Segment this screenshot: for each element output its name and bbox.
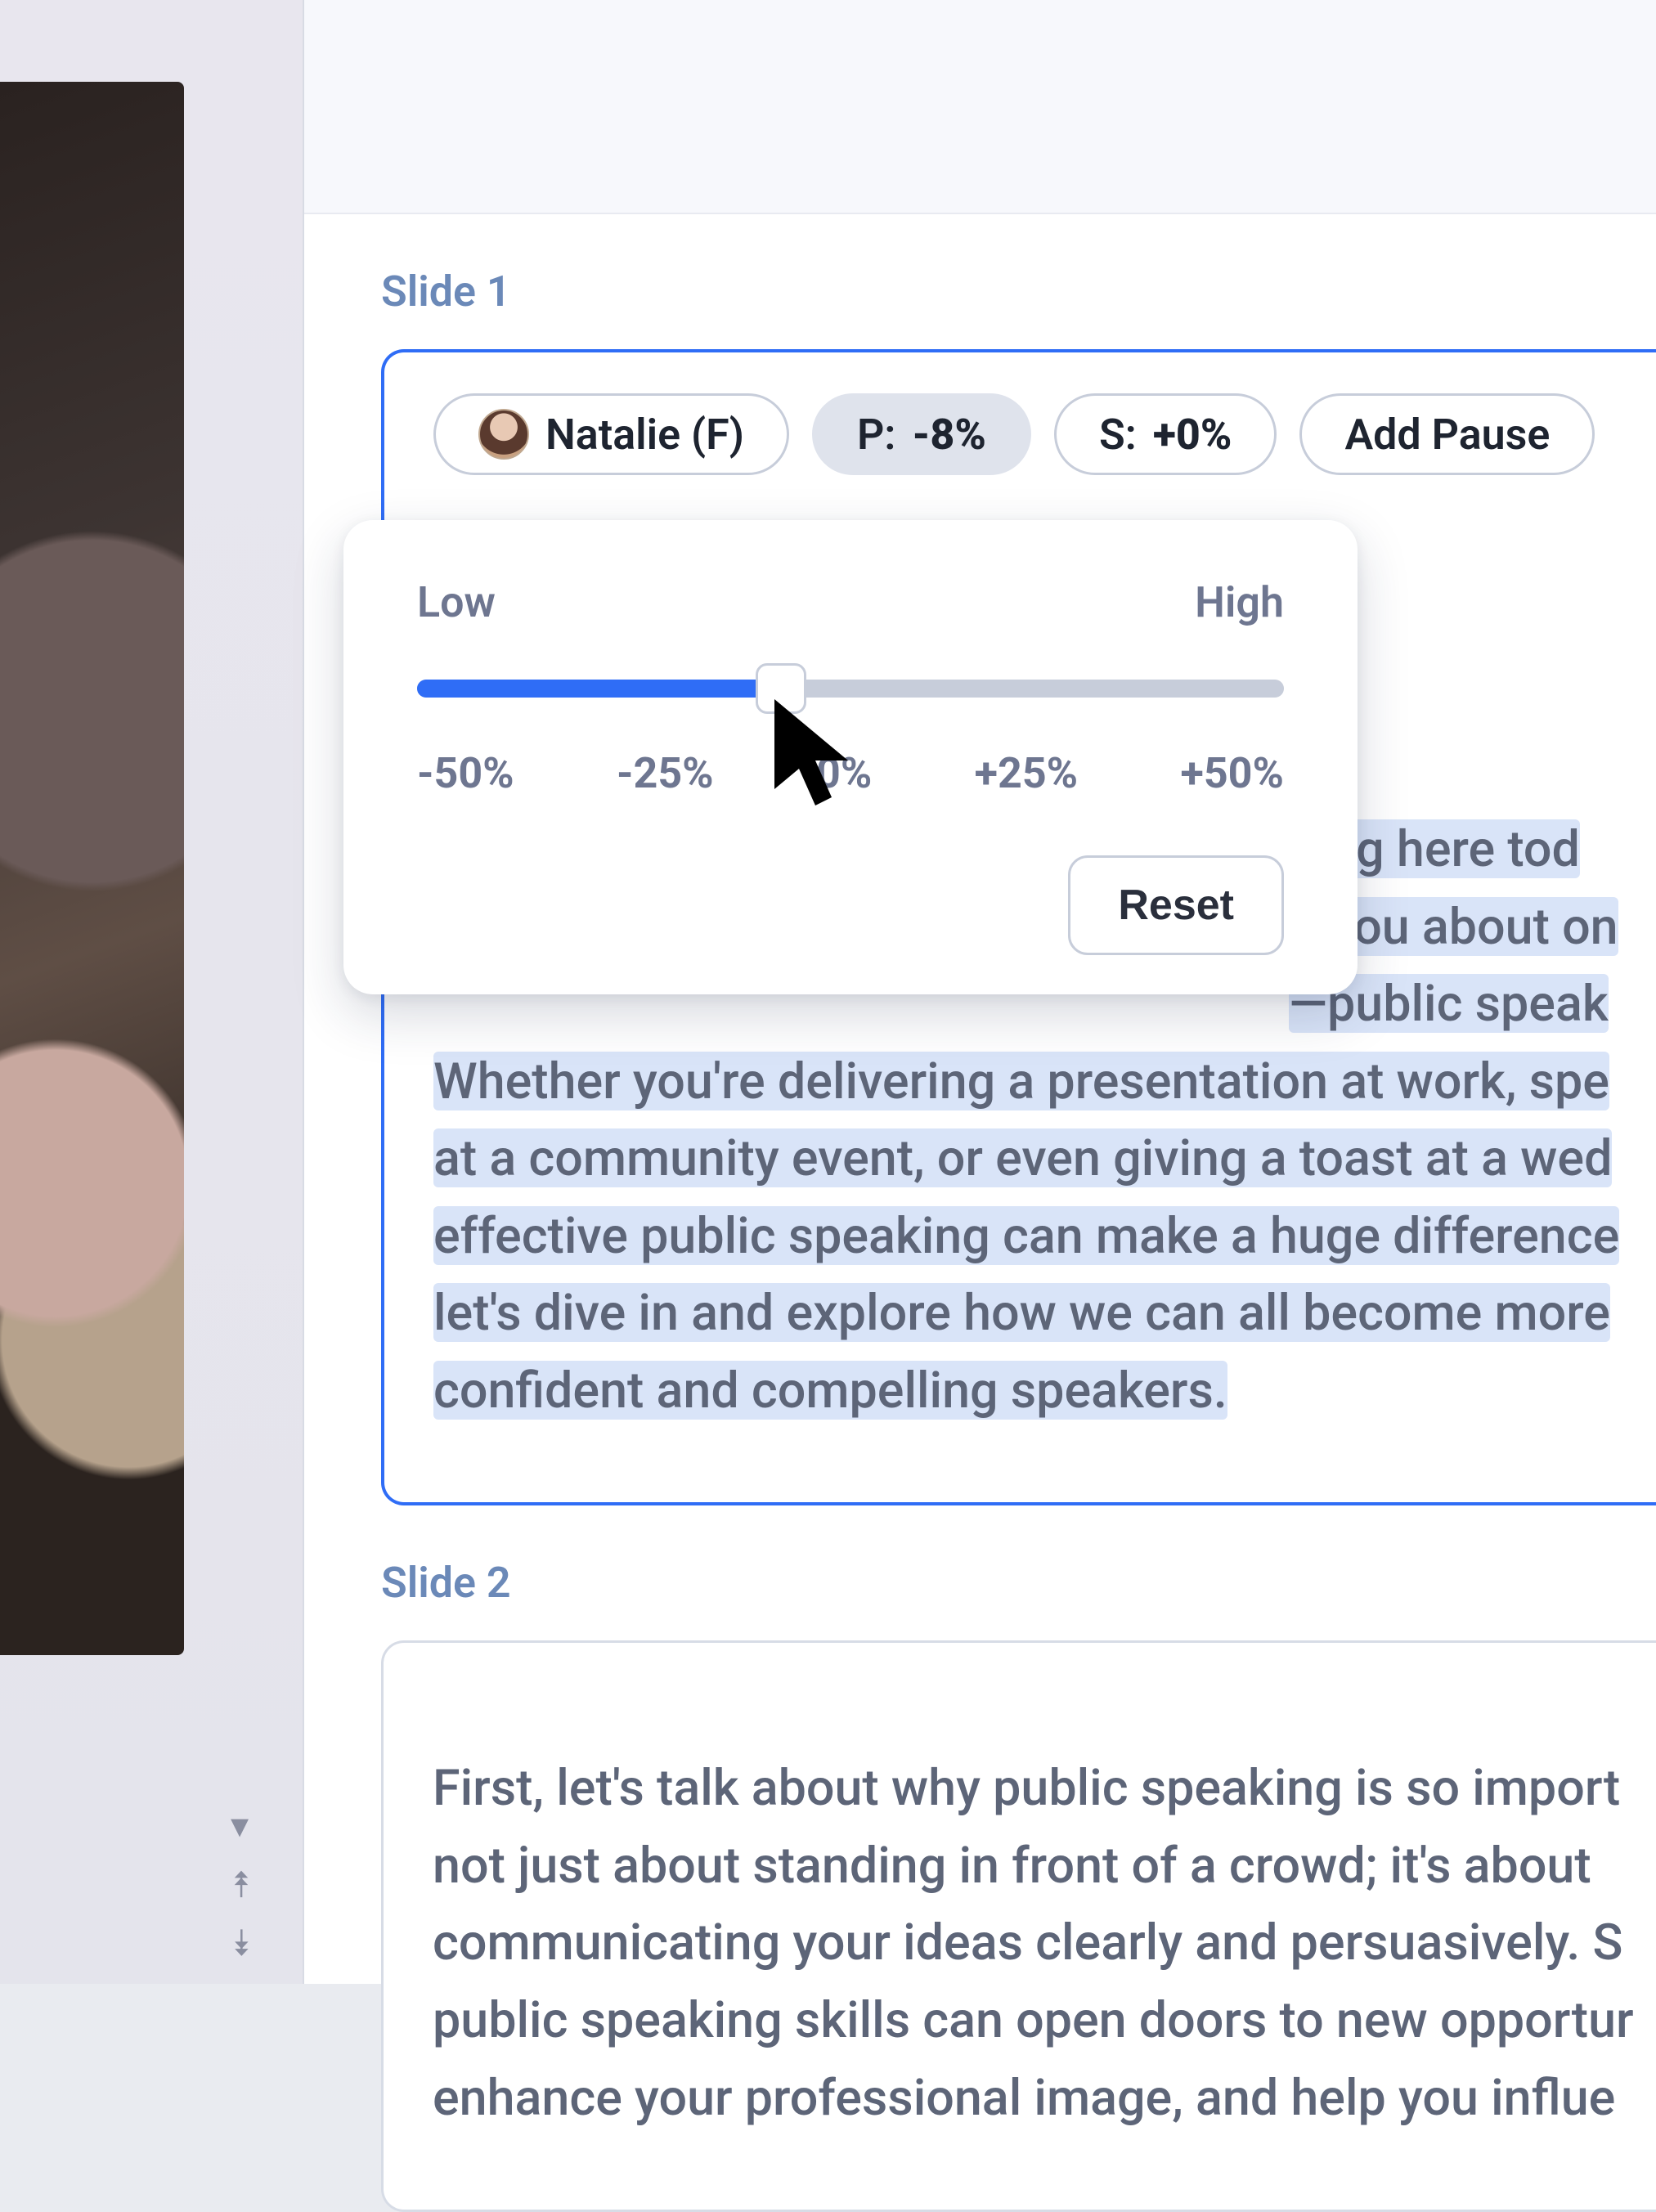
speed-prefix: S: xyxy=(1099,410,1137,460)
arrow-up-double-icon[interactable]: ⯭ xyxy=(231,1866,252,1902)
add-pause-label: Add Pause xyxy=(1344,410,1550,460)
add-pause-chip[interactable]: Add Pause xyxy=(1299,393,1595,475)
slider-low-label: Low xyxy=(417,577,496,627)
top-spacer xyxy=(304,0,1656,214)
speed-chip[interactable]: S: +0% xyxy=(1054,393,1277,475)
pitch-slider-popover: Low High -50% -25% 0% +25% +50% Reset xyxy=(343,520,1358,994)
slider-high-label: High xyxy=(1195,577,1284,627)
pitch-prefix: P: xyxy=(857,410,896,460)
slider-handle[interactable] xyxy=(756,663,806,714)
tick: -25% xyxy=(617,748,714,798)
sidebar-nav-arrows: ▾ ⯭ ⯯ xyxy=(231,1807,252,1961)
tick: 0% xyxy=(816,748,872,798)
text-frag: enhance your professional image, and hel… xyxy=(433,2068,1615,2127)
speed-value: +0% xyxy=(1153,410,1232,460)
avatar-icon xyxy=(478,409,529,460)
slide-1-label: Slide 1 xyxy=(304,214,1656,349)
slide-thumbnail[interactable] xyxy=(0,82,184,1655)
text-frag: confident and compelling speakers. xyxy=(433,1361,1227,1420)
text-frag: Whether you're delivering a presentation… xyxy=(433,1052,1609,1110)
text-frag: effective public speaking can make a hug… xyxy=(433,1206,1619,1265)
chip-row: Natalie (F) P: -8% S: +0% Add Pause xyxy=(433,393,1656,475)
sidebar: ▾ ⯭ ⯯ xyxy=(0,0,303,1984)
reset-button[interactable]: Reset xyxy=(1068,855,1284,955)
text-frag: First, let's talk about why public speak… xyxy=(433,1758,1620,1817)
voice-chip-label: Natalie (F) xyxy=(545,410,744,460)
tick: +25% xyxy=(975,748,1078,798)
pitch-value: -8% xyxy=(912,410,985,460)
slide-2-box[interactable]: First, let's talk about why public speak… xyxy=(381,1640,1656,2212)
tick: -50% xyxy=(417,748,514,798)
text-frag: not just about standing in front of a cr… xyxy=(433,1836,1591,1895)
text-frag: let's dive in and explore how we can all… xyxy=(433,1283,1610,1342)
pitch-chip[interactable]: P: -8% xyxy=(812,393,1031,475)
text-frag: at a community event, or even giving a t… xyxy=(433,1128,1612,1187)
pitch-slider[interactable] xyxy=(417,665,1284,714)
slide-2-label: Slide 2 xyxy=(304,1505,1656,1640)
arrow-down-small-icon[interactable]: ▾ xyxy=(231,1807,252,1843)
tick: +50% xyxy=(1181,748,1284,798)
slide-2-text[interactable]: First, let's talk about why public speak… xyxy=(433,1716,1656,2136)
slider-ticks: -50% -25% 0% +25% +50% xyxy=(417,748,1284,798)
slider-fill xyxy=(417,680,781,698)
arrow-down-double-icon[interactable]: ⯯ xyxy=(231,1925,252,1961)
slider-end-labels: Low High xyxy=(417,577,1284,627)
text-frag: public speaking skills can open doors to… xyxy=(433,1990,1634,2049)
voice-chip[interactable]: Natalie (F) xyxy=(433,393,789,475)
text-frag: communicating your ideas clearly and per… xyxy=(433,1913,1622,1972)
